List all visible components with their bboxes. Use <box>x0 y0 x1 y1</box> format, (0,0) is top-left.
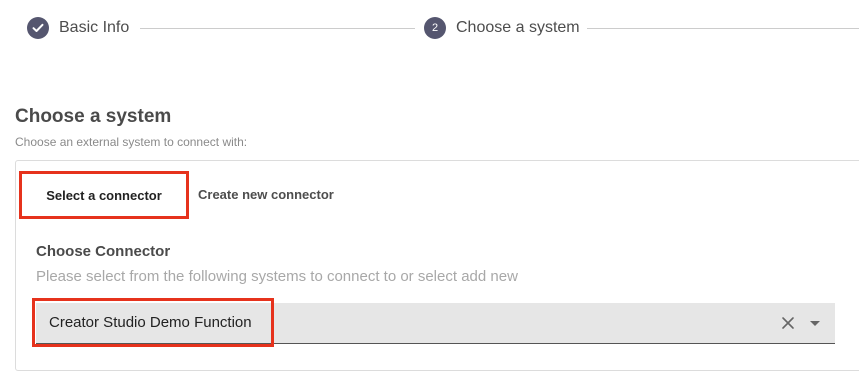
step-trailing-line <box>587 28 859 29</box>
step-basic-info[interactable]: Basic Info <box>27 15 129 41</box>
check-icon <box>32 23 44 32</box>
step-number-circle: 2 <box>424 17 446 39</box>
step-complete-circle <box>27 17 49 39</box>
connector-field-label: Choose Connector <box>36 243 171 260</box>
close-icon[interactable] <box>781 316 795 330</box>
step-label-choose-system: Choose a system <box>456 19 580 36</box>
section-subtitle: Choose an external system to connect wit… <box>15 135 248 149</box>
step-label-basic-info: Basic Info <box>59 19 130 36</box>
connector-field-hint: Please select from the following systems… <box>36 268 518 285</box>
tab-create-connector[interactable]: Create new connector <box>198 187 334 202</box>
connector-selected-text: Creator Studio Demo Function <box>49 314 252 331</box>
stepper: Basic Info 2 Choose a system <box>0 0 859 56</box>
section-title: Choose a system <box>15 106 172 127</box>
step-connector-line <box>140 28 415 29</box>
tab-select-connector[interactable]: Select a connector <box>19 171 189 219</box>
connector-select-value[interactable]: Creator Studio Demo Function <box>32 298 274 347</box>
caret-down-icon[interactable] <box>809 320 821 327</box>
step-choose-system[interactable]: 2 Choose a system <box>424 15 580 41</box>
